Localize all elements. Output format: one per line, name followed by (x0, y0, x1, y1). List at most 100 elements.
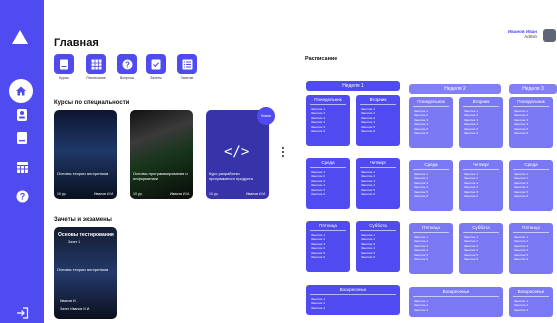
lessons-count: 10 ур. (57, 192, 67, 196)
day-card[interactable]: Понедельник Занятие 1 Занятие 2 Занятие 3 За… (509, 97, 553, 148)
lesson-item: Занятие 3 (514, 307, 528, 312)
day-name: Вторник (369, 97, 387, 102)
credit-caption: Основы теории алгоритмов (57, 267, 109, 272)
check-doc-icon (151, 59, 161, 69)
lesson-item: Занятие 6 (414, 131, 428, 136)
week-header[interactable]: Неделя 2 (409, 84, 501, 94)
course-footer: 10 ур. Иванов И.И. (57, 192, 114, 196)
divider (513, 296, 549, 297)
page-title: Главная (54, 37, 99, 49)
course-footer: 10 ур. Иванов И.И. (133, 192, 190, 196)
divider (513, 106, 549, 107)
credit-meta: Зачет Иванов И.И. (60, 307, 91, 311)
day-name: Понедельник (417, 99, 445, 104)
lesson-item: Занятие 6 (464, 257, 478, 262)
day-name: Среда (424, 162, 438, 167)
day-name: Понедельник (517, 99, 545, 104)
lesson-item: Занятие 6 (361, 192, 375, 197)
lesson-item: Занятие 3 (311, 305, 325, 310)
day-card[interactable]: Понедельник Занятие 1 Занятие 2 Занятие 3 За… (409, 97, 453, 148)
day-name: Воскресенье (339, 287, 367, 292)
day-card[interactable]: Воскресенье Занятие 1 Занятие 2 Занятие 3 (509, 287, 553, 317)
help-icon[interactable]: ? (14, 188, 30, 204)
lesson-item: Занятие 3 (414, 307, 428, 312)
course-card[interactable]: Основы теории алгоритмов 10 ур. Иванов И.… (54, 110, 117, 199)
lesson-item: Занятие 6 (464, 194, 478, 199)
divider (310, 230, 346, 231)
logo-icon (12, 30, 28, 44)
gradebook-label: Зачетки (180, 76, 194, 80)
day-card[interactable]: Четверг Занятие 1 Занятие 2 Занятие 3 Заняти… (356, 158, 400, 209)
lesson-item: Занятие 6 (514, 257, 528, 262)
lesson-item: Занятие 6 (311, 129, 325, 134)
credits-button[interactable] (146, 54, 166, 74)
credit-card[interactable]: Основы тестирования Зачет 1 Основы теори… (54, 227, 117, 319)
day-card[interactable]: Среда Занятие 1 Занятие 2 Занятие 3 Занятие … (409, 160, 453, 211)
schedule-label: Расписание (86, 76, 106, 80)
courses-button[interactable] (54, 54, 74, 74)
book-icon[interactable] (14, 130, 30, 146)
week-header[interactable]: Неделя 1 (306, 81, 400, 91)
divider (463, 232, 499, 233)
course-title: Основы программирования и информатики (133, 171, 188, 181)
divider (310, 104, 346, 105)
divider (413, 169, 449, 170)
week-header[interactable]: Неделя 3 (509, 84, 557, 94)
day-name: Четверг (472, 162, 490, 167)
day-name: Воскресенье (517, 289, 545, 294)
day-card[interactable]: Вторник Занятие 1 Занятие 2 Занятие 3 Заняти… (459, 97, 503, 148)
logout-icon[interactable] (14, 305, 30, 321)
more-icon[interactable] (282, 147, 285, 159)
list-icon (182, 59, 192, 69)
credits-label: Зачеты (150, 76, 162, 80)
day-card[interactable]: Вторник Занятие 1 Занятие 2 Занятие 3 Заняти… (356, 95, 400, 146)
course-card[interactable]: </> Курс разработки программного продукт… (206, 110, 269, 199)
schedule-title: Расписание (305, 56, 338, 62)
day-card[interactable]: Суббота Занятие 1 Занятие 2 Занятие 3 Заняти… (356, 221, 400, 272)
day-card[interactable]: Среда Занятие 1 Занятие 2 Занятие 3 Занятие … (306, 158, 350, 209)
calendar-icon[interactable] (14, 159, 30, 175)
credit-title: Основы тестирования (58, 232, 114, 238)
divider (413, 232, 449, 233)
day-card[interactable]: Среда Занятие 1 Занятие 2 Занятие 3 Занятие … (509, 160, 553, 211)
day-name: Пятница (319, 223, 337, 228)
day-name: Четверг (369, 160, 387, 165)
day-name: Вторник (472, 99, 490, 104)
divider (513, 232, 549, 233)
lesson-item: Занятие 6 (414, 194, 428, 199)
lesson-item: Занятие 6 (514, 131, 528, 136)
course-author: Иванов И.И. (246, 192, 266, 196)
day-card[interactable]: Пятница Занятие 1 Занятие 2 Занятие 3 Заняти… (509, 223, 553, 274)
courses-section-title: Курсы по специальности (54, 100, 130, 106)
book-icon (60, 59, 68, 69)
day-card[interactable]: Четверг Занятие 1 Занятие 2 Занятие 3 Заняти… (459, 160, 503, 211)
divider (310, 167, 346, 168)
day-card[interactable]: Воскресенье Занятие 1 Занятие 2 Занятие 3 (409, 287, 503, 317)
user-badge-icon[interactable] (14, 107, 30, 123)
day-card[interactable]: Суббота Занятие 1 Занятие 2 Занятие 3 Заняти… (459, 223, 503, 274)
day-card[interactable]: Понедельник Занятие 1 Занятие 2 Занятие 3 За… (306, 95, 350, 146)
lesson-item: Занятие 6 (361, 255, 375, 260)
course-author: Иванов И.И. (170, 192, 190, 196)
course-title: Основы теории алгоритмов (57, 171, 109, 176)
divider (513, 169, 549, 170)
divider (360, 167, 396, 168)
divider (360, 230, 396, 231)
day-name: Среда (524, 162, 538, 167)
divider (360, 104, 396, 105)
home-icon[interactable] (9, 79, 33, 103)
day-card[interactable]: Пятница Занятие 1 Занятие 2 Занятие 3 Заняти… (409, 223, 453, 274)
day-card[interactable]: Пятница Занятие 1 Занятие 2 Занятие 3 Заняти… (306, 221, 350, 272)
schedule-button[interactable] (86, 54, 106, 74)
day-name: Суббота (369, 223, 387, 228)
avatar[interactable] (543, 29, 556, 42)
grid-icon (91, 59, 101, 69)
lesson-item: Занятие 6 (514, 194, 528, 199)
course-footer: 10 ур. Иванов И.И. (209, 192, 266, 196)
credits-section-title: Зачеты и экзамены (54, 217, 112, 223)
gradebook-button[interactable] (177, 54, 197, 74)
divider (310, 294, 396, 295)
course-card[interactable]: Основы программирования и информатики 10… (130, 110, 193, 199)
questions-button[interactable]: ? (117, 54, 137, 74)
day-card[interactable]: Воскресенье Занятие 1 Занятие 2 Занятие 3 (306, 285, 400, 315)
